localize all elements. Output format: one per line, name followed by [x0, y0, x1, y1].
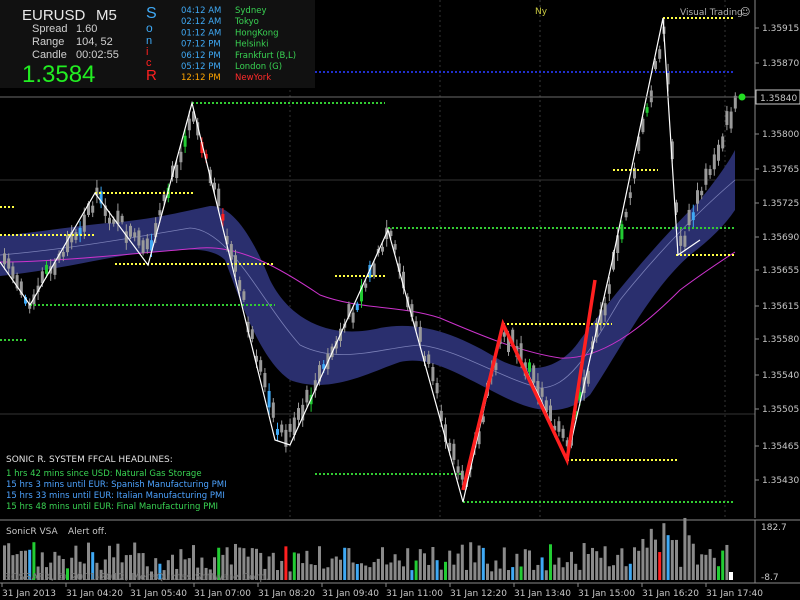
time-tick-label: 31 Jan 13:40 [514, 589, 571, 599]
session-city: Helsinki [235, 40, 268, 50]
session-time: 04:12 AM [181, 6, 221, 16]
time-tick-label: 31 Jan 16:20 [642, 589, 699, 599]
headline-item: 15 hrs 3 mins until EUR: Spanish Manufac… [6, 480, 227, 490]
session-time: 01:12 AM [181, 28, 221, 38]
indicator-max-label: 182.7 [761, 523, 787, 533]
price-tick-label: 1.35430 [762, 476, 799, 486]
sonic-letter: o [146, 21, 153, 35]
session-city: HongKong [235, 28, 279, 38]
session-time: 06:12 PM [181, 51, 221, 61]
symbol-timeframe: M5 [96, 7, 117, 24]
time-tick-label: 31 Jan 05:40 [130, 589, 187, 599]
session-marker: Ny [535, 7, 548, 17]
bid-price: 1.3584 [22, 61, 95, 88]
symbol-pair: EURUSD [22, 7, 86, 24]
session-time: 07:12 PM [181, 40, 221, 50]
price-dot [738, 93, 746, 101]
price-tick-label: 1.35505 [762, 405, 799, 415]
indicator-status: Alert off. [68, 527, 107, 537]
time-tick-label: 31 Jan 08:20 [258, 589, 315, 599]
time-tick-label: 31 Jan 04:20 [66, 589, 123, 599]
headline-item: 15 hrs 33 mins until EUR: Italian Manufa… [6, 491, 225, 501]
sonic-letter: S [146, 5, 157, 22]
price-tick-label: 1.35800 [762, 130, 799, 140]
indicator-min-label: -8.7 [761, 573, 779, 583]
session-city: NewYork [235, 73, 271, 83]
price-tick-label: 1.35725 [762, 199, 799, 209]
stat-value: 1.60 [76, 23, 97, 35]
time-axis[interactable]: 31 Jan 2013 31 Jan 04:20 31 Jan 05:40 31 Ja… [1, 583, 763, 599]
smiley-icon: ☺ [740, 7, 750, 18]
price-tick-label: 1.35655 [762, 266, 799, 276]
stat-label: Spread [32, 23, 67, 35]
time-tick-label: 31 Jan 2013 [2, 589, 56, 599]
price-tick-label: 1.35580 [762, 335, 799, 345]
price-tick-label: 1.35540 [762, 371, 799, 381]
time-tick-label: 31 Jan 09:40 [322, 589, 379, 599]
price-tick-label: 1.35465 [762, 442, 799, 452]
stat-label: Range [32, 36, 64, 48]
time-tick-label: 31 Jan 12:20 [450, 589, 507, 599]
session-city: London (G) [235, 62, 282, 72]
time-tick-label: 31 Jan 11:00 [386, 589, 443, 599]
time-tick-label: 31 Jan 07:00 [194, 589, 251, 599]
session-city: Frankfurt (B,L) [235, 51, 296, 61]
session-time: 05:12 PM [181, 62, 221, 72]
sonic-letter: R [146, 67, 157, 84]
copyright-text: BOSSAFX, © 2001-2012, MetaQuotes Softwar… [4, 572, 269, 583]
current-price-label: 1.35840 [760, 94, 797, 104]
stat-value: 104, 52 [76, 36, 113, 48]
price-tick-label: 1.35870 [762, 59, 799, 69]
stat-value: 00:02:55 [76, 49, 119, 61]
last-volume-bar [729, 572, 733, 580]
session-time: 02:12 AM [181, 17, 221, 27]
time-tick-label: 31 Jan 15:00 [578, 589, 635, 599]
price-tick-label: 1.35915 [762, 24, 799, 34]
session-city: Sydney [235, 6, 266, 16]
indicator-title: SonicR VSA [6, 527, 59, 537]
price-tick-label: 1.35615 [762, 302, 799, 312]
time-tick-label: 31 Jan 17:40 [706, 589, 763, 599]
headline-item: 1 hrs 42 mins since USD: Natural Gas Sto… [6, 469, 202, 479]
session-time: 12:12 PM [181, 73, 221, 83]
chart-window[interactable]: 1.35915 1.35870 1.35800 1.35765 1.35725 1.356… [0, 0, 800, 600]
visual-trading-label: Visual Trading [680, 8, 743, 18]
stat-label: Candle [32, 49, 67, 61]
price-tick-label: 1.35690 [762, 233, 799, 243]
headlines-title: SONIC R. SYSTEM FFCAL HEADLINES: [6, 455, 173, 465]
price-tick-label: 1.35765 [762, 165, 799, 175]
headline-item: 15 hrs 48 mins until EUR: Final Manufact… [6, 502, 218, 512]
session-city: Tokyo [234, 17, 259, 27]
